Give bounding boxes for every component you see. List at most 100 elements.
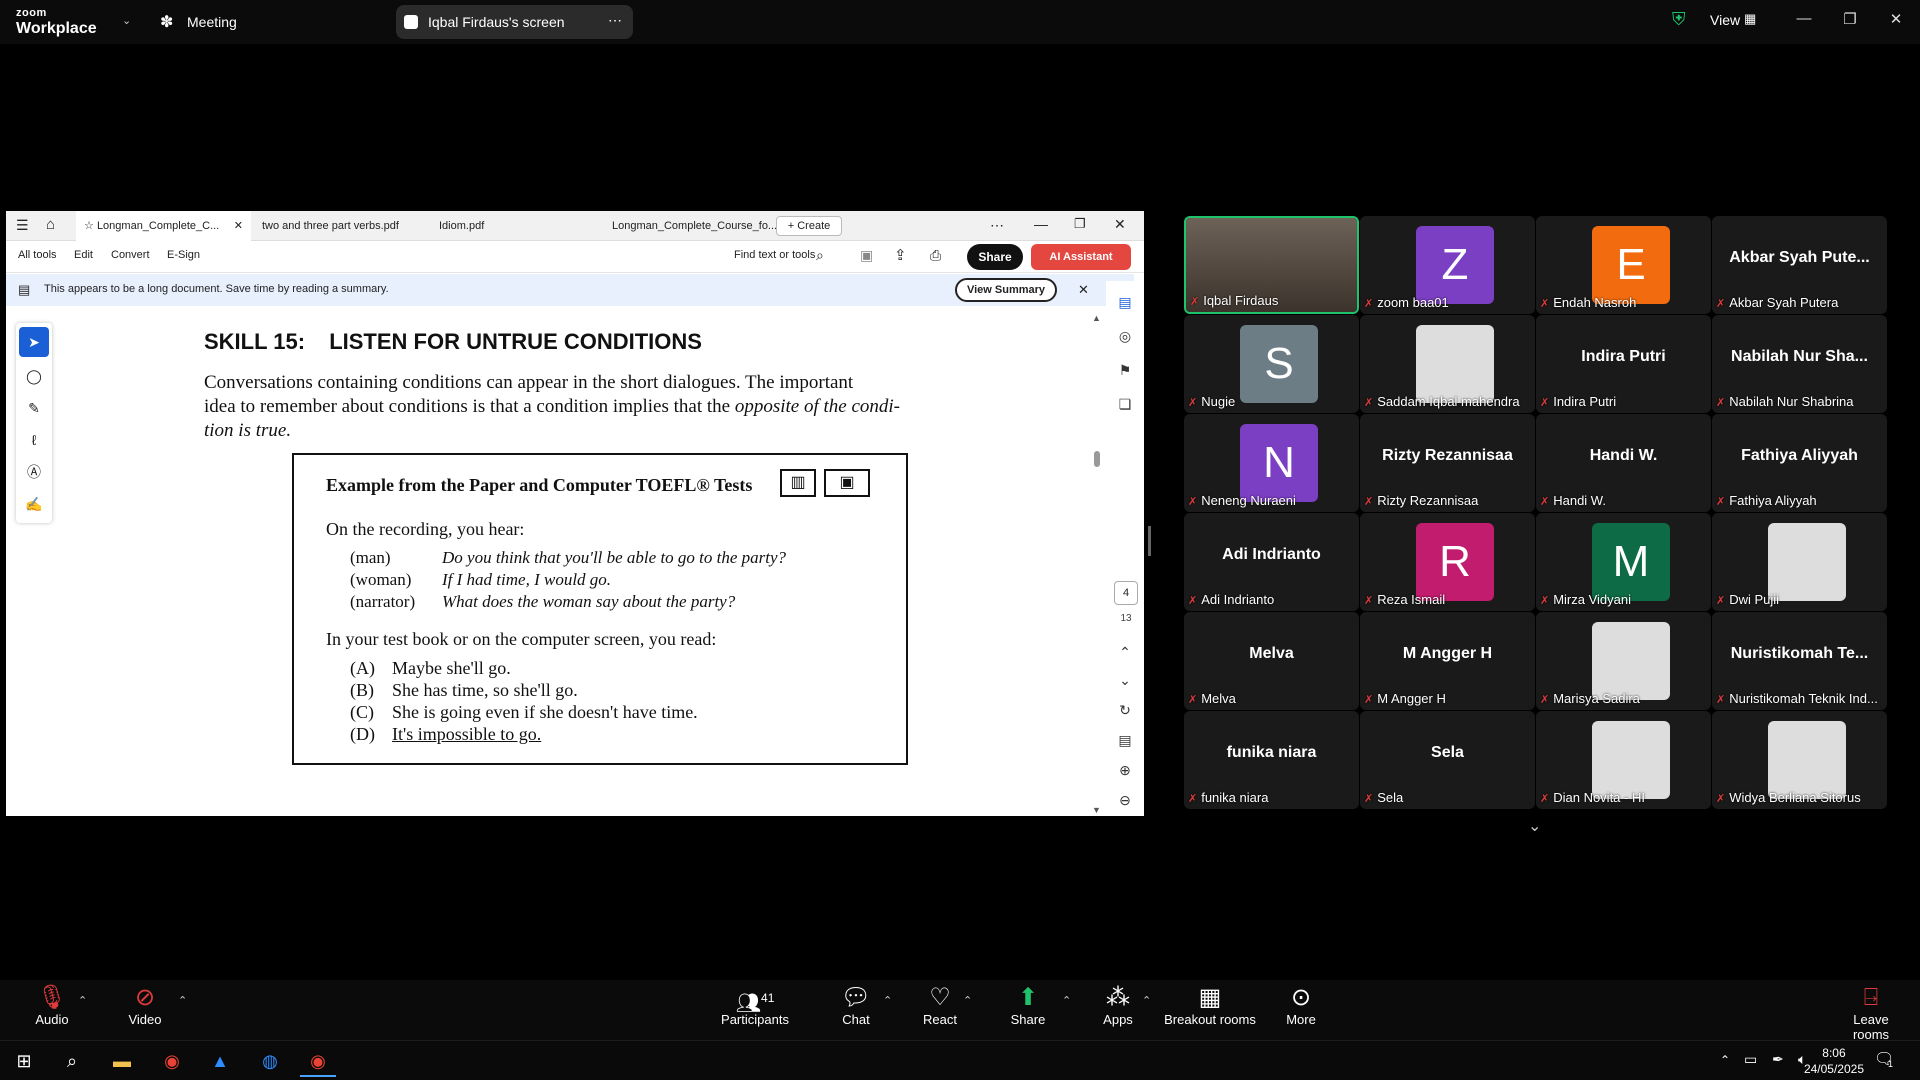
participant-tile[interactable]: M Angger H ✗ M Angger H	[1360, 612, 1535, 710]
tab-idiom[interactable]: Idiom.pdf	[431, 211, 601, 241]
scroll-down-icon[interactable]: ▼	[1092, 805, 1101, 815]
prev-page-icon[interactable]: ⌃	[1112, 639, 1138, 665]
page-number-input[interactable]: 4	[1114, 581, 1138, 605]
chrome-active-icon[interactable]: ◉	[300, 1045, 336, 1077]
participant-tile[interactable]: Nuristikomah Te... ✗ Nuristikomah Teknik I…	[1712, 612, 1887, 710]
comment-icon[interactable]: ◯	[16, 361, 52, 391]
menu-convert[interactable]: Convert	[111, 249, 150, 261]
apps-caret-icon[interactable]: ⌃	[1142, 994, 1151, 1007]
participant-tile[interactable]: ✗ Dian Novita - HI	[1536, 711, 1711, 809]
participant-tile[interactable]: Indira Putri ✗ Indira Putri	[1536, 315, 1711, 413]
menu-icon[interactable]: ☰	[16, 217, 29, 234]
meeting-label[interactable]: Meeting	[187, 14, 237, 30]
video-caret-icon[interactable]: ⌃	[178, 994, 187, 1007]
fit-page-icon[interactable]: ▤	[1112, 727, 1138, 753]
upload-icon[interactable]: ⇪	[894, 246, 907, 264]
view-button[interactable]: View	[1710, 12, 1740, 28]
grid-view-icon[interactable]: ▦	[1744, 11, 1756, 27]
participant-tile[interactable]: E ✗ Endah Nasroh	[1536, 216, 1711, 314]
network-icon[interactable]: ▭	[1744, 1051, 1757, 1068]
more-icon[interactable]: ⋯	[990, 217, 1004, 234]
participant-tile[interactable]: N ✗ Neneng Nuraeni	[1184, 414, 1359, 512]
view-summary-button[interactable]: View Summary	[955, 278, 1057, 302]
zoom-workplace-logo[interactable]: zoom Workplace	[16, 6, 97, 37]
windows-start-icon[interactable]: ⊞	[6, 1045, 42, 1077]
share-caret-icon[interactable]: ⌃	[1062, 994, 1071, 1007]
pen-icon[interactable]: ✎	[16, 393, 52, 423]
search-icon[interactable]: ⌕	[816, 247, 824, 264]
scroll-thumb[interactable]	[1094, 451, 1100, 467]
participant-tile[interactable]: funika niara ✗ funika niara	[1184, 711, 1359, 809]
text-box-icon[interactable]: Ⓐ	[16, 457, 52, 487]
tray-chevron-icon[interactable]: ⌃	[1720, 1053, 1730, 1067]
sign-icon[interactable]: ✍	[16, 489, 52, 519]
react-caret-icon[interactable]: ⌃	[963, 994, 972, 1007]
participant-tile[interactable]: ✗ Widya Berliana Sitorus	[1712, 711, 1887, 809]
zoom-in-icon[interactable]: ⊕	[1112, 757, 1138, 783]
next-page-icon[interactable]: ⌄	[1112, 667, 1138, 693]
menu-all-tools[interactable]: All tools	[18, 249, 57, 261]
summary-panel-icon[interactable]: ▤	[1112, 289, 1138, 315]
participant-tile[interactable]: Sela ✗ Sela	[1360, 711, 1535, 809]
share-button[interactable]: Share	[967, 244, 1023, 270]
print-icon[interactable]: ⎙	[930, 247, 941, 264]
acrobat-close-icon[interactable]: ✕	[1114, 216, 1126, 233]
tab-longman-course[interactable]: Longman_Complete_Course_fo...	[604, 211, 777, 241]
participant-tile[interactable]: Nabilah Nur Sha... ✗ Nabilah Nur Shabrina	[1712, 315, 1887, 413]
participant-tile[interactable]: M ✗ Mirza Vidyani	[1536, 513, 1711, 611]
zoom-out-icon[interactable]: ⊖	[1112, 787, 1138, 813]
pages-icon[interactable]: ❏	[1112, 391, 1138, 417]
participant-tile[interactable]: Handi W. ✗ Handi W.	[1536, 414, 1711, 512]
participant-tile[interactable]: Adi Indrianto ✗ Adi Indrianto	[1184, 513, 1359, 611]
file-explorer-icon[interactable]: ▬	[104, 1045, 140, 1077]
screen-share-indicator[interactable]: Iqbal Firdaus's screen ⋯	[396, 5, 633, 39]
participant-tile[interactable]: Melva ✗ Melva	[1184, 612, 1359, 710]
participant-tile[interactable]: Z ✗ zoom baa01	[1360, 216, 1535, 314]
chrome-icon[interactable]: ◉	[154, 1045, 190, 1077]
leave-rooms-button[interactable]: ⍈ Leave rooms	[1834, 980, 1908, 1042]
create-button[interactable]: + Create	[776, 216, 842, 236]
participant-tile[interactable]: ✗ Saddam Iqbal mahendra	[1360, 315, 1535, 413]
scroll-up-icon[interactable]: ▲	[1092, 313, 1101, 323]
search-icon[interactable]: ⌕	[54, 1045, 90, 1077]
participants-button[interactable]: 👥︎41 Participants	[712, 980, 798, 1040]
acrobat-minimize-icon[interactable]: —	[1034, 216, 1048, 232]
participant-tile[interactable]: Rizty Rezannisaa ✗ Rizty Rezannisaa	[1360, 414, 1535, 512]
more-button[interactable]: ⊙ More	[1278, 980, 1324, 1040]
minimize-icon[interactable]: —	[1790, 10, 1818, 32]
participant-tile[interactable]: ✗ Marisya Sadira	[1536, 612, 1711, 710]
rotate-icon[interactable]: ↻	[1112, 697, 1138, 723]
menu-esign[interactable]: E-Sign	[167, 249, 200, 261]
participant-tile[interactable]: ✗ Iqbal Firdaus	[1184, 216, 1359, 314]
comments-icon[interactable]: ◎	[1112, 323, 1138, 349]
close-icon[interactable]: ✕	[1882, 10, 1910, 32]
bookmark-icon[interactable]: ⚑	[1112, 357, 1138, 383]
clock[interactable]: 8:06 24/05/2025	[1804, 1045, 1864, 1077]
react-button[interactable]: ♡ React	[918, 980, 962, 1040]
breakout-rooms-button[interactable]: ▦ Breakout rooms	[1160, 980, 1260, 1040]
participant-tile[interactable]: Akbar Syah Pute... ✗ Akbar Syah Putera	[1712, 216, 1887, 314]
participant-tile[interactable]: S ✗ Nugie	[1184, 315, 1359, 413]
menu-edit[interactable]: Edit	[74, 249, 93, 261]
home-icon[interactable]: ⌂	[46, 216, 55, 233]
banner-close-icon[interactable]: ✕	[1078, 282, 1089, 298]
select-icon[interactable]: ➤	[19, 327, 49, 357]
vpn-icon[interactable]: ▲	[202, 1045, 238, 1077]
pen-tray-icon[interactable]: ✒	[1772, 1051, 1784, 1068]
participant-tile[interactable]: ✗ Dwi Pujii	[1712, 513, 1887, 611]
tab-longman-complete[interactable]: ☆ Longman_Complete_C... ✕	[76, 211, 251, 241]
chat-button[interactable]: 💬︎ Chat	[834, 980, 878, 1040]
apps-button[interactable]: ⁂ Apps	[1096, 980, 1140, 1040]
gallery-chevron-down-icon[interactable]: ⌄	[1528, 816, 1541, 836]
more-options-icon[interactable]: ⋯	[608, 12, 622, 29]
pdf-scrollbar[interactable]: ▲ ▼	[1092, 313, 1102, 815]
acrobat-restore-icon[interactable]: ❐	[1074, 216, 1086, 232]
lasso-icon[interactable]: ℓ	[16, 425, 52, 455]
participant-tile[interactable]: R ✗ Reza Ismail	[1360, 513, 1535, 611]
chevron-down-icon[interactable]: ⌄	[122, 14, 131, 27]
audio-button[interactable]: 🎙︎ Audio	[30, 980, 74, 1040]
chat-caret-icon[interactable]: ⌃	[883, 994, 892, 1007]
audio-caret-icon[interactable]: ⌃	[78, 994, 87, 1007]
split-handle[interactable]	[1148, 526, 1151, 556]
participant-tile[interactable]: Fathiya Aliyyah ✗ Fathiya Aliyyah	[1712, 414, 1887, 512]
